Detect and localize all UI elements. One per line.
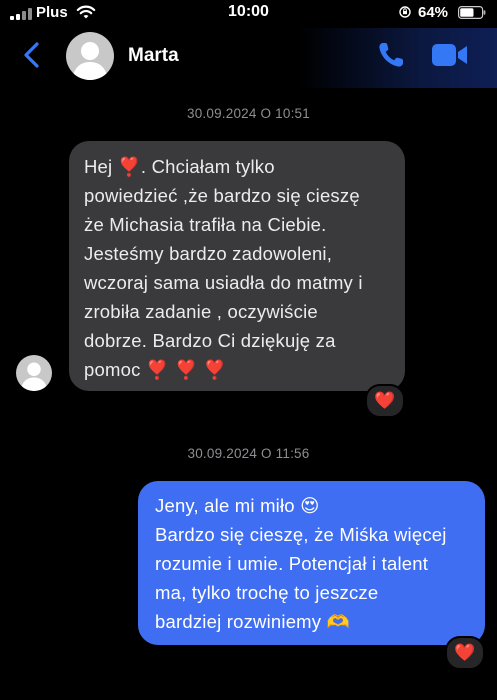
orientation-lock-icon bbox=[399, 6, 411, 18]
message-line: zrobiła zadanie , oczywiście bbox=[84, 301, 318, 322]
message-line: dobrze. Bardzo Ci dziękuję za bbox=[84, 330, 336, 351]
message-line: że Michasia trafiła na Ciebie. bbox=[84, 214, 327, 235]
message-line: Jeny, ale mi miło 😍 bbox=[155, 495, 320, 516]
person-silhouette-icon bbox=[20, 362, 48, 391]
chat-header: Marta bbox=[0, 28, 497, 88]
status-bar: Plus 10:00 64% bbox=[0, 0, 497, 28]
message-timestamp: 30.09.2024 O 10:51 bbox=[187, 106, 310, 121]
heart-reaction[interactable]: ❤️ bbox=[365, 384, 405, 418]
message-line: pomoc ❣️ ❣️ ❣️ bbox=[84, 359, 227, 380]
battery-percent: 64% bbox=[418, 4, 449, 21]
message-line: Jesteśmy bardzo zadowoleni, bbox=[84, 243, 333, 264]
person-silhouette-icon bbox=[72, 42, 108, 80]
message-line: powiedzieć ,że bardzo się cieszę bbox=[84, 185, 360, 206]
message-line: bardziej rozwiniemy 🫶 bbox=[155, 611, 350, 632]
battery-icon bbox=[458, 6, 486, 19]
sender-avatar[interactable] bbox=[16, 355, 52, 391]
message-line: Hej ❣️. Chciałam tylko bbox=[84, 156, 275, 177]
heart-reaction[interactable]: ❤️ bbox=[445, 636, 485, 670]
back-chevron-icon[interactable] bbox=[20, 40, 44, 70]
contact-name[interactable]: Marta bbox=[128, 45, 179, 67]
incoming-message-bubble[interactable]: Hej ❣️. Chciałam tylko powiedzieć ,że ba… bbox=[69, 141, 405, 391]
message-timestamp: 30.09.2024 O 11:56 bbox=[187, 446, 310, 461]
phone-icon[interactable] bbox=[376, 40, 406, 70]
contact-avatar[interactable] bbox=[66, 32, 114, 80]
message-line: Bardzo się cieszę, że Miśka więcej bbox=[155, 524, 447, 545]
outgoing-message-bubble[interactable]: Jeny, ale mi miło 😍 Bardzo się cieszę, ż… bbox=[138, 481, 485, 645]
message-line: rozumie i umie. Potencjał i talent bbox=[155, 553, 429, 574]
video-camera-icon[interactable] bbox=[431, 42, 469, 68]
message-line: wczoraj sama usiadła do matmy i bbox=[84, 272, 363, 293]
message-line: ma, tylko trochę to jeszcze bbox=[155, 582, 379, 603]
